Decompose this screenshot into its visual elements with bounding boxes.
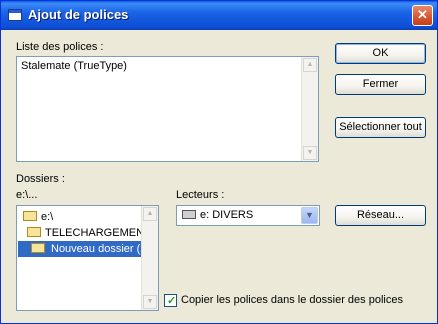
checkmark-icon: ✓ bbox=[167, 295, 177, 307]
fonts-list-label: Liste des polices : bbox=[16, 41, 104, 53]
drive-icon bbox=[182, 210, 196, 219]
scroll-down-icon[interactable]: ▼ bbox=[143, 295, 157, 309]
scroll-up-icon[interactable]: ▲ bbox=[143, 207, 157, 221]
open-folder-icon bbox=[27, 227, 41, 237]
add-fonts-dialog: Ajout de polices ✕ Liste des polices : S… bbox=[0, 0, 438, 324]
network-button[interactable]: Réseau... bbox=[335, 205, 426, 226]
window-icon bbox=[8, 9, 22, 21]
copy-fonts-checkbox[interactable]: ✓ bbox=[164, 294, 177, 307]
font-list-item[interactable]: Stalemate (TrueType) bbox=[21, 60, 127, 72]
open-folder-icon bbox=[31, 243, 45, 253]
drives-label: Lecteurs : bbox=[176, 189, 225, 201]
select-all-button[interactable]: Sélectionner tout bbox=[335, 117, 426, 138]
tree-item-selected[interactable]: Nouveau dossier (2 bbox=[18, 241, 149, 257]
fonts-listbox[interactable]: Stalemate (TrueType) ▲ ▼ bbox=[16, 56, 319, 162]
ok-button[interactable]: OK bbox=[335, 43, 426, 64]
folders-tree[interactable]: e:\ TELECHARGEMEN Nouveau dossier (2 ▲ ▼ bbox=[16, 205, 159, 311]
scroll-down-icon[interactable]: ▼ bbox=[303, 146, 317, 160]
fonts-list-scrollbar[interactable]: ▲ ▼ bbox=[301, 57, 318, 161]
tree-item[interactable]: TELECHARGEMEN bbox=[27, 225, 144, 241]
current-path: e:\... bbox=[16, 189, 38, 201]
close-icon[interactable]: ✕ bbox=[412, 5, 433, 26]
title-bar[interactable]: Ajout de polices ✕ bbox=[1, 1, 437, 30]
scroll-up-icon[interactable]: ▲ bbox=[303, 58, 317, 72]
open-folder-icon bbox=[23, 211, 37, 221]
drive-selected-value: e: DIVERS bbox=[200, 209, 254, 221]
chevron-down-icon[interactable]: ▼ bbox=[301, 207, 318, 224]
tree-item[interactable]: e:\ bbox=[23, 209, 53, 225]
close-button[interactable]: Fermer bbox=[335, 74, 426, 95]
copy-fonts-label[interactable]: Copier les polices dans le dossier des p… bbox=[181, 294, 403, 306]
folders-label: Dossiers : bbox=[16, 173, 65, 185]
window-title: Ajout de polices bbox=[28, 7, 129, 22]
drives-select[interactable]: e: DIVERS ▼ bbox=[176, 205, 320, 226]
folders-scrollbar[interactable]: ▲ ▼ bbox=[141, 206, 158, 310]
